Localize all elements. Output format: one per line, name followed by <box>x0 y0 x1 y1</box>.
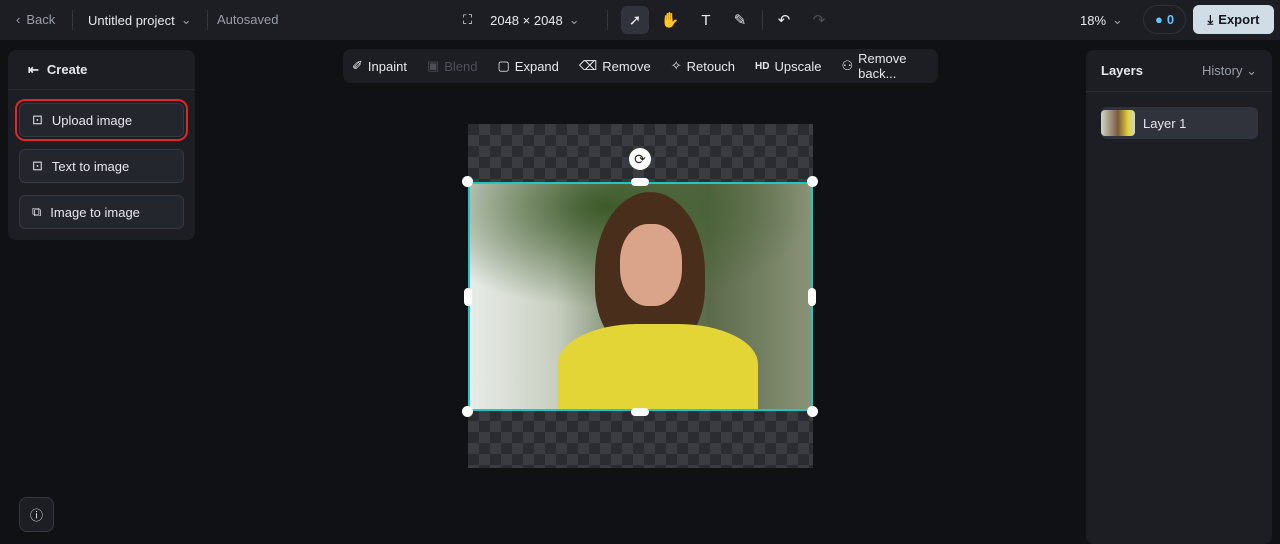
remove-background-button[interactable]: ⚇ Remove back... <box>841 51 938 81</box>
rotate-icon[interactable]: ⟳ <box>629 148 651 170</box>
blend-button[interactable]: ▣ Blend <box>427 58 478 74</box>
text-to-image-button[interactable]: ⊡ Text to image <box>19 149 184 183</box>
blend-icon: ▣ <box>426 58 440 73</box>
upscale-button[interactable]: HD Upscale <box>755 59 821 74</box>
arrow-left-icon: ⇤ <box>28 61 39 77</box>
chevron-down-icon: ⌄ <box>568 12 580 27</box>
hd-icon: HD <box>755 60 770 72</box>
help-button[interactable]: ⓘ <box>19 497 54 532</box>
inpaint-icon: ✐ <box>352 58 363 73</box>
create-back-button[interactable]: ⇤ Create <box>8 50 195 90</box>
resize-handle[interactable] <box>808 288 816 306</box>
image-to-image-button[interactable]: ⧉ Image to image <box>19 195 184 229</box>
text-tool-icon[interactable]: T <box>692 6 720 34</box>
text-image-icon: ⊡ <box>32 158 43 173</box>
chevron-down-icon: ⌄ <box>180 12 192 27</box>
download-icon: ⤓ <box>1207 11 1214 27</box>
layer-thumbnail <box>1101 110 1135 136</box>
remove-button[interactable]: ⌫ Remove <box>579 58 651 74</box>
project-name-dropdown[interactable]: Untitled project ⌄ <box>88 12 192 28</box>
layer-item[interactable]: Layer 1 <box>1101 107 1258 139</box>
help-icon: ⓘ <box>29 508 43 523</box>
top-bar: ‹ Back Untitled project ⌄ Autosaved ⛶ 2048 … <box>0 0 1280 40</box>
resize-handle[interactable] <box>807 406 818 417</box>
back-button[interactable]: ‹ Back <box>16 12 55 27</box>
eraser-icon: ⌫ <box>578 58 598 73</box>
export-button[interactable]: ⤓ Export <box>1193 5 1274 34</box>
expand-icon: ▢ <box>497 58 510 73</box>
resize-handle[interactable] <box>462 176 473 187</box>
redo-icon[interactable]: ↷ <box>805 6 833 34</box>
brush-tool-icon[interactable]: ✎ <box>726 6 754 34</box>
resize-icon: ⛶ <box>463 12 473 27</box>
edit-toolbar: ✐ Inpaint ▣ Blend ▢ Expand ⌫ Remove ✧ Retouch… <box>343 49 938 83</box>
upload-image-icon: ⊡ <box>32 112 43 127</box>
create-panel: ⇤ Create ⊡ Upload image ⊡ Text to image ⧉ Im… <box>8 50 195 240</box>
hand-tool-icon[interactable]: ✋ <box>656 6 684 34</box>
chevron-down-icon: ⌄ <box>1112 12 1123 27</box>
resize-handle[interactable] <box>631 408 649 416</box>
retouch-button[interactable]: ✧ Retouch <box>671 58 735 74</box>
layers-panel: Layers History ⌄ Layer 1 <box>1086 50 1272 544</box>
resize-handle[interactable] <box>631 178 649 186</box>
layers-title: Layers <box>1101 63 1143 78</box>
undo-icon[interactable]: ↶ <box>770 6 798 34</box>
credit-icon: ● <box>1154 12 1163 27</box>
canvas-image[interactable] <box>468 182 813 411</box>
credits-badge[interactable]: ● 0 <box>1143 5 1186 34</box>
resize-handle[interactable] <box>462 406 473 417</box>
zoom-dropdown[interactable]: 18% ⌄ <box>1080 12 1123 28</box>
select-tool-icon[interactable]: ➚ <box>621 6 649 34</box>
person-cutout-icon: ⚇ <box>841 58 854 73</box>
inpaint-button[interactable]: ✐ Inpaint <box>352 58 407 74</box>
history-dropdown[interactable]: History ⌄ <box>1202 63 1257 79</box>
resize-handle[interactable] <box>464 288 472 306</box>
chevron-left-icon: ‹ <box>16 12 21 27</box>
resize-handle[interactable] <box>807 176 818 187</box>
retouch-icon: ✧ <box>670 58 682 73</box>
expand-button[interactable]: ▢ Expand <box>498 58 559 74</box>
canvas-size-dropdown[interactable]: ⛶ 2048 × 2048 ⌄ <box>463 12 580 28</box>
autosave-status: Autosaved <box>217 12 279 27</box>
chevron-down-icon: ⌄ <box>1246 62 1257 78</box>
upload-image-button[interactable]: ⊡ Upload image <box>15 99 188 141</box>
images-icon: ⧉ <box>32 204 42 219</box>
